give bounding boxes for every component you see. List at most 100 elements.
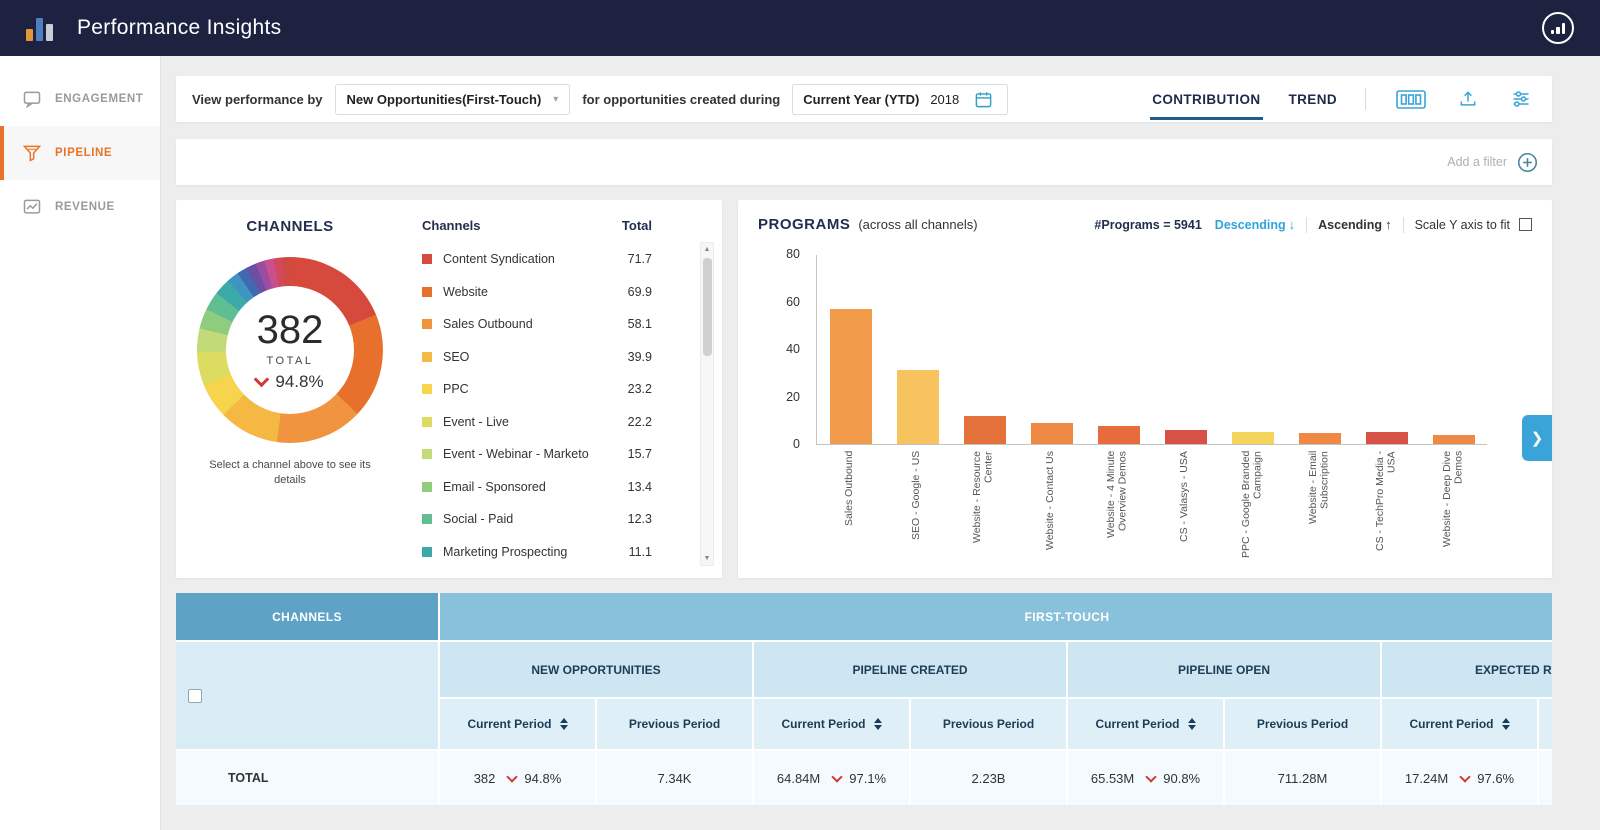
view-by-dropdown[interactable]: New Opportunities(First-Touch) ▾ <box>334 83 571 115</box>
down-chevron-icon <box>1459 770 1471 783</box>
channel-swatch <box>422 286 432 297</box>
table-col-previous-period[interactable]: Previous Period <box>1225 699 1380 749</box>
revenue-chart-icon <box>22 197 42 217</box>
delta-value: 90.8% <box>1163 770 1201 786</box>
sort-icon[interactable] <box>873 718 882 730</box>
metric-value: 17.24M <box>1404 770 1449 786</box>
label-slot: PPC - Google Branded Campaign <box>1219 451 1286 569</box>
channel-row[interactable]: Marketing Prospecting 11.1 <box>420 536 692 569</box>
sort-icon[interactable] <box>1501 718 1510 730</box>
scale-y-axis-checkbox[interactable] <box>1519 218 1532 231</box>
table-col-current-period[interactable]: Current Period <box>1068 699 1223 749</box>
app-header: Performance Insights <box>0 0 1600 56</box>
y-tick-label: 20 <box>786 389 800 404</box>
channel-row[interactable]: Email - Sponsored 13.4 <box>420 471 692 504</box>
table-col-current-period[interactable]: Current Period <box>1382 699 1537 749</box>
value-wrap: 382 94.8% <box>474 771 562 786</box>
program-bar-label: Sales Outbound <box>842 451 855 527</box>
programs-yaxis: 0 20 40 60 80 <box>768 247 808 451</box>
program-bar[interactable] <box>1365 432 1408 444</box>
channel-row[interactable]: Sales Outbound 58.1 <box>420 308 692 341</box>
value-wrap: 2.23B <box>972 771 1006 786</box>
table-group-header: PIPELINE OPEN <box>1068 642 1380 697</box>
channels-scrollbar[interactable]: ▲ ▼ <box>700 242 714 566</box>
sort-icon[interactable] <box>1187 718 1196 730</box>
program-bar[interactable] <box>1432 434 1475 444</box>
donut-delta: 94.8% <box>254 371 324 392</box>
channels-title: CHANNELS <box>246 218 334 235</box>
select-all-checkbox[interactable] <box>188 688 202 703</box>
sort-icon[interactable] <box>559 718 568 730</box>
card-layout-icon[interactable] <box>1392 89 1430 109</box>
sort-ascending-link[interactable]: Ascending ↑ <box>1318 217 1391 232</box>
delta-value: 97.1% <box>849 770 887 786</box>
program-bar-label: SEO - Google - US <box>909 451 922 541</box>
channel-row[interactable]: PPC 23.2 <box>420 373 692 406</box>
program-bar-label: Website - Deep Dive Demos <box>1440 451 1465 548</box>
sidebar-item-revenue[interactable]: REVENUE <box>0 180 160 234</box>
program-bar[interactable] <box>1298 433 1341 444</box>
program-bar[interactable] <box>1164 429 1207 444</box>
donut-delta-value: 94.8% <box>275 372 324 391</box>
pipeline-funnel-icon <box>22 143 42 163</box>
program-bar-label: Website - Contact Us <box>1044 451 1057 551</box>
table-col-previous-period[interactable]: Previous Period <box>597 699 752 749</box>
chevron-down-icon: ▾ <box>553 93 559 105</box>
channel-row[interactable]: SEO 39.9 <box>420 341 692 374</box>
program-bar[interactable] <box>896 370 939 444</box>
label-slot: Sales Outbound <box>816 451 883 569</box>
export-icon[interactable] <box>1454 89 1482 109</box>
tab-trend[interactable]: TREND <box>1287 79 1340 120</box>
table-total-value: 711.28M <box>1225 751 1380 805</box>
value-wrap: 17.24M 97.6% <box>1405 771 1514 786</box>
scroll-down-icon[interactable]: ▼ <box>704 552 711 565</box>
channels-donut[interactable]: 382 TOTAL 94.8% <box>197 257 383 443</box>
program-bar-label: Website - Email Subscription <box>1306 451 1331 525</box>
channel-row[interactable]: Content Syndication 71.7 <box>420 243 692 276</box>
donut-total-label: TOTAL <box>266 355 314 367</box>
channel-swatch <box>422 514 432 525</box>
scrollbar-thumb[interactable] <box>702 258 712 356</box>
program-bar[interactable] <box>1030 422 1073 444</box>
tab-contribution[interactable]: CONTRIBUTION <box>1150 79 1263 120</box>
metric-value: 7.34K <box>657 770 692 786</box>
channel-row[interactable]: Social - Paid 12.3 <box>420 503 692 536</box>
settings-sliders-icon[interactable] <box>1506 89 1536 109</box>
next-page-button[interactable]: ❯ <box>1522 415 1552 461</box>
table-col-current-period[interactable]: Current Period <box>440 699 595 749</box>
sidebar-item-engagement[interactable]: ENGAGEMENT <box>0 72 160 126</box>
add-filter-button[interactable] <box>1517 152 1538 173</box>
metric-value: 711.28M <box>1277 770 1328 786</box>
program-bar[interactable] <box>1231 432 1274 444</box>
table-col-previous-period[interactable]: Previous Period <box>1539 699 1552 749</box>
scroll-up-icon[interactable]: ▲ <box>704 243 711 256</box>
sidebar-item-pipeline[interactable]: PIPELINE <box>0 126 160 180</box>
y-tick-label: 60 <box>786 294 800 309</box>
program-bar[interactable] <box>963 415 1006 444</box>
label-slot: SEO - Google - US <box>883 451 950 569</box>
sidebar: ENGAGEMENT PIPELINE REVENUE <box>0 56 161 830</box>
table-col-previous-period[interactable]: Previous Period <box>911 699 1066 749</box>
view-by-value: New Opportunities(First-Touch) <box>346 91 542 107</box>
bar-slot <box>1085 426 1152 444</box>
program-bar-label: CS - TechPro Media - USA <box>1373 451 1398 552</box>
channel-row[interactable]: Event - Live 22.2 <box>420 406 692 439</box>
channel-name: PPC <box>443 382 469 397</box>
reports-circle-icon[interactable] <box>1542 12 1574 44</box>
channel-row[interactable]: Event - Webinar - Marketo 15.7 <box>420 438 692 471</box>
table-col-current-period[interactable]: Current Period <box>754 699 909 749</box>
programs-controls: #Programs = 5941 Descending ↓ Ascending ↑ … <box>1094 216 1532 233</box>
main-content: View performance by New Opportunities(Fi… <box>161 56 1600 830</box>
table-group-header: NEW OPPORTUNITIES <box>440 642 752 697</box>
channel-row[interactable]: Website 69.9 <box>420 276 692 309</box>
period-picker[interactable]: Current Year (YTD) 2018 <box>792 83 1009 115</box>
scale-y-axis-label: Scale Y axis to fit <box>1414 217 1510 232</box>
bar-slot <box>817 308 884 444</box>
programs-card: PROGRAMS (across all channels) #Programs… <box>738 200 1552 578</box>
channel-name: Event - Webinar - Marketo <box>443 447 589 462</box>
program-bar[interactable] <box>1097 426 1140 444</box>
sort-descending-link[interactable]: Descending ↓ <box>1215 217 1295 232</box>
program-bar[interactable] <box>829 308 872 444</box>
charts-row: CHANNELS 382 TOTAL 94.8% Select a channe… <box>176 200 1552 578</box>
metric-value: 65.53M <box>1090 770 1135 786</box>
